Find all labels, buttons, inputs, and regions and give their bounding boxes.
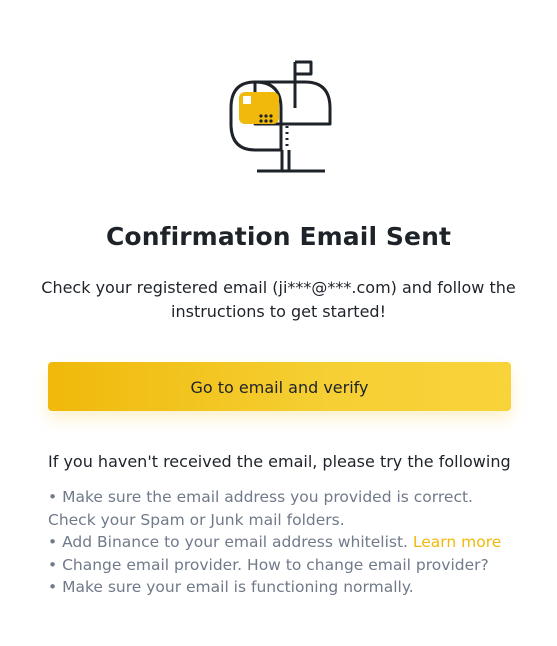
tip-check-spam: Check your Spam or Junk mail folders. xyxy=(48,510,345,529)
page-title: Confirmation Email Sent xyxy=(105,222,452,251)
tip-check-address: • Make sure the email address you provid… xyxy=(48,488,473,506)
tip-change-provider: • Change email provider. How to change e… xyxy=(48,554,528,577)
tip-email-functioning: • Make sure your email is functioning no… xyxy=(48,578,414,596)
troubleshooting-tips: • Make sure the email address you provid… xyxy=(48,486,528,599)
confirmation-message: Check your registered email (ji***@***.c… xyxy=(40,276,517,324)
confirmation-message-line-1: Check your registered email (ji***@***.c… xyxy=(41,278,516,297)
help-heading: If you haven't received the email, pleas… xyxy=(48,452,511,471)
mailbox-icon xyxy=(229,60,332,173)
tip-whitelist-text: • Add Binance to your email address whit… xyxy=(48,533,408,551)
confirmation-card: Confirmation Email Sent Check your regis… xyxy=(0,0,557,646)
change-provider-help-link: How to change email provider? xyxy=(247,555,489,574)
tip-change-provider-text: • Change email provider. xyxy=(48,555,243,574)
confirmation-message-line-2: instructions to get started! xyxy=(171,302,386,321)
learn-more-link[interactable]: Learn more xyxy=(413,533,501,551)
go-to-email-button[interactable]: Go to email and verify xyxy=(48,362,511,411)
tip-whitelist: • Add Binance to your email address whit… xyxy=(48,531,528,554)
